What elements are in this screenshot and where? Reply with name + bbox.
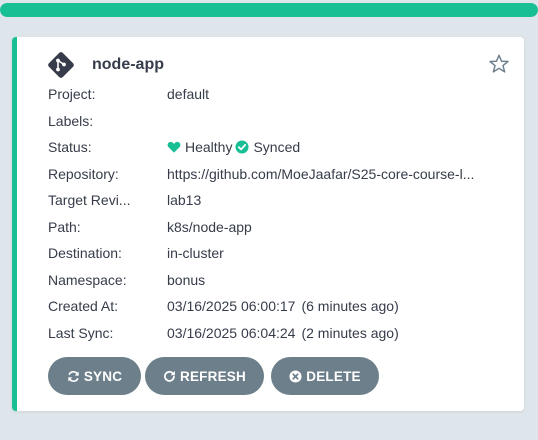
detail-row-namespace: Namespace: bonus bbox=[48, 267, 518, 294]
last-sync-relative: (2 minutes ago) bbox=[301, 324, 399, 341]
path-value: k8s/node-app bbox=[167, 218, 252, 235]
sync-progress-bar bbox=[0, 3, 538, 17]
refresh-button-label: REFRESH bbox=[180, 368, 246, 384]
status-label: Status: bbox=[48, 139, 92, 156]
application-actions: SYNC REFRESH DELETE bbox=[48, 357, 379, 395]
heart-icon bbox=[167, 140, 181, 154]
times-circle-icon bbox=[289, 369, 302, 383]
project-label: Project: bbox=[48, 86, 96, 103]
sync-status-text: Synced bbox=[253, 139, 301, 156]
created-at-label: Created At: bbox=[48, 298, 119, 315]
star-outline-icon[interactable] bbox=[488, 53, 510, 75]
project-value: default bbox=[167, 86, 210, 103]
last-sync-label: Last Sync: bbox=[48, 324, 114, 341]
labels-label: Labels: bbox=[48, 112, 94, 129]
namespace-label: Namespace: bbox=[48, 271, 127, 288]
application-details: Project: default Labels: Status: Healthy bbox=[48, 81, 518, 346]
application-header: node-app bbox=[47, 51, 164, 79]
detail-row-last-sync: Last Sync: 03/16/2025 06:04:24 (2 minute… bbox=[48, 320, 518, 347]
created-at-value: 03/16/2025 06:00:17 (6 minutes ago) bbox=[167, 298, 518, 314]
sync-button-label: SYNC bbox=[83, 368, 123, 384]
created-at-timestamp: 03/16/2025 06:00:17 bbox=[167, 298, 296, 315]
application-name[interactable]: node-app bbox=[92, 56, 164, 74]
health-status-text: Healthy bbox=[185, 139, 233, 156]
check-circle-icon bbox=[235, 140, 249, 154]
detail-row-created-at: Created At: 03/16/2025 06:00:17 (6 minut… bbox=[48, 293, 518, 320]
destination-label: Destination: bbox=[48, 245, 122, 262]
target-revision-label: Target Revi... bbox=[48, 192, 131, 209]
detail-row-labels: Labels: bbox=[48, 108, 518, 135]
repository-label: Repository: bbox=[48, 165, 119, 182]
status-value: Healthy Synced bbox=[167, 139, 518, 155]
sync-icon bbox=[68, 370, 79, 382]
detail-row-status: Status: Healthy Synced bbox=[48, 134, 518, 161]
detail-row-path: Path: k8s/node-app bbox=[48, 214, 518, 241]
refresh-icon bbox=[164, 370, 175, 382]
git-icon bbox=[47, 51, 75, 79]
sync-button[interactable]: SYNC bbox=[48, 357, 141, 395]
repository-value: https://github.com/MoeJaafar/S25-core-co… bbox=[167, 165, 475, 182]
path-label: Path: bbox=[48, 218, 81, 235]
last-sync-value: 03/16/2025 06:04:24 (2 minutes ago) bbox=[167, 325, 518, 341]
delete-button-label: DELETE bbox=[306, 368, 361, 384]
application-tile[interactable]: node-app Project: default Labels: Status… bbox=[12, 37, 524, 411]
detail-row-target-revision: Target Revi... lab13 bbox=[48, 187, 518, 214]
namespace-value: bonus bbox=[167, 271, 206, 288]
target-revision-value: lab13 bbox=[167, 192, 202, 209]
created-at-relative: (6 minutes ago) bbox=[301, 298, 399, 315]
detail-row-project: Project: default bbox=[48, 81, 518, 108]
detail-row-destination: Destination: in-cluster bbox=[48, 240, 518, 267]
refresh-button[interactable]: REFRESH bbox=[145, 357, 264, 395]
detail-row-repository: Repository: https://github.com/MoeJaafar… bbox=[48, 161, 518, 188]
last-sync-timestamp: 03/16/2025 06:04:24 bbox=[167, 324, 296, 341]
delete-button[interactable]: DELETE bbox=[271, 357, 379, 395]
destination-value: in-cluster bbox=[167, 245, 224, 262]
sync-progress-fill bbox=[0, 3, 538, 17]
